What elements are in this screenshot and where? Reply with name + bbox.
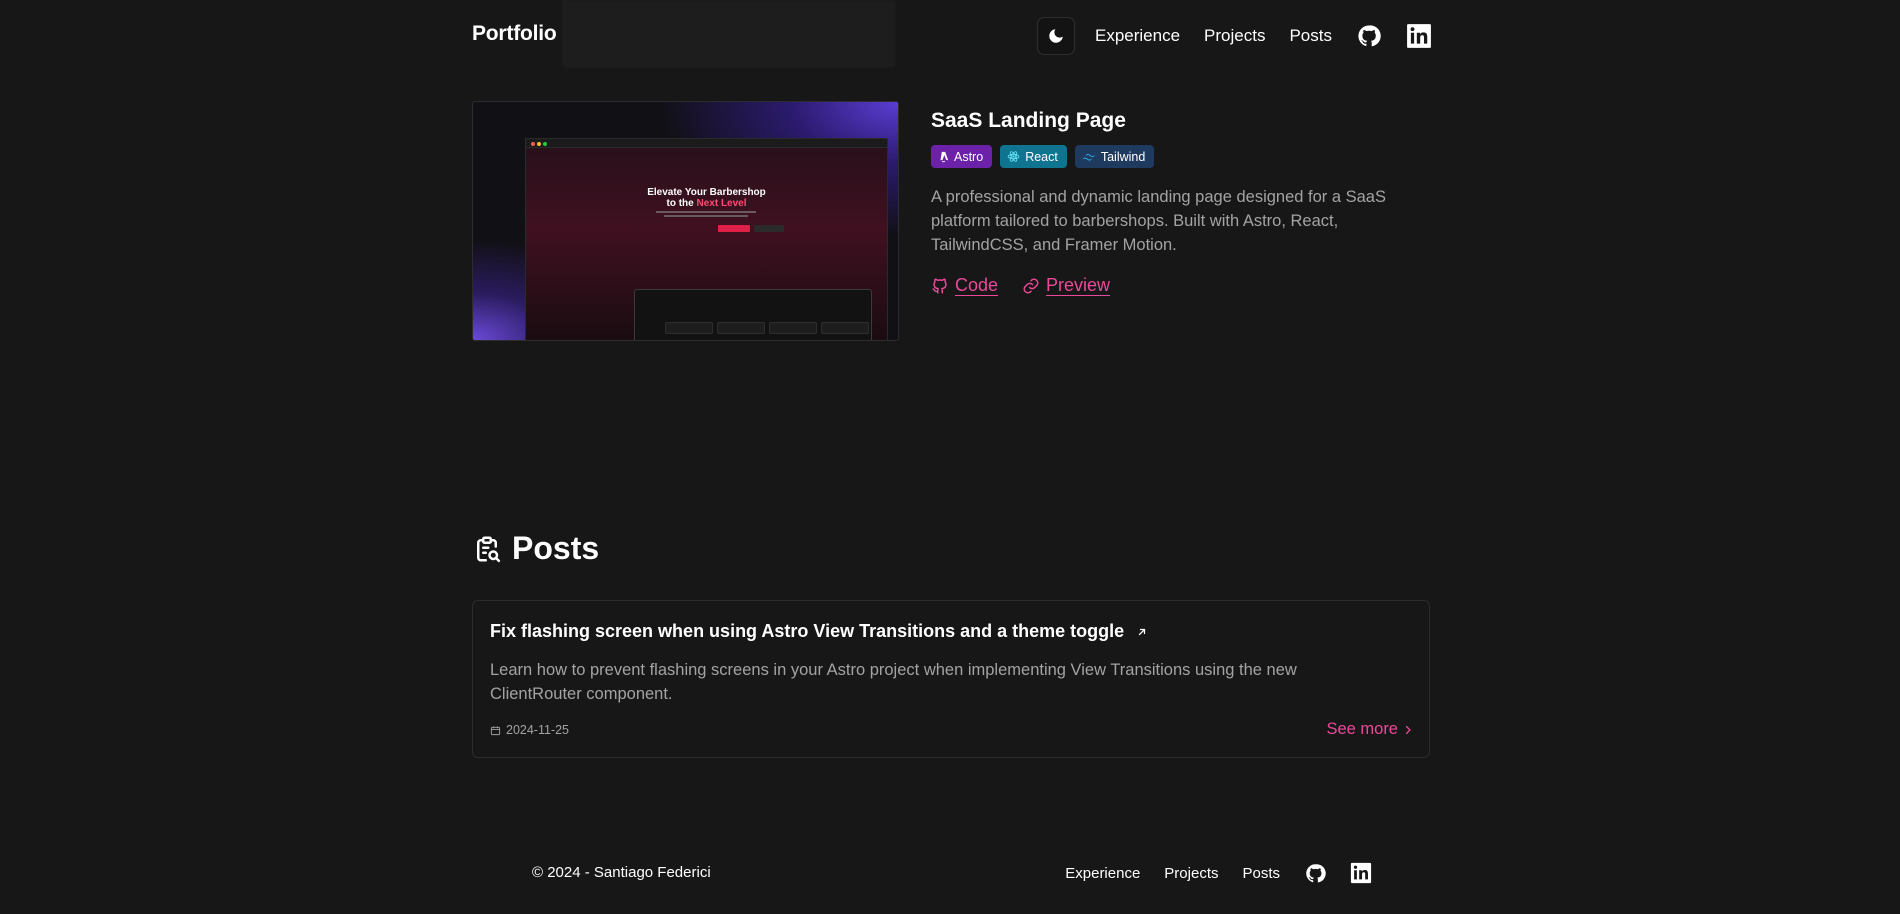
github-icon bbox=[932, 278, 947, 293]
footer-linkedin-link[interactable] bbox=[1350, 862, 1372, 884]
footer-link-projects[interactable]: Projects bbox=[1164, 865, 1218, 882]
screenshot-hero-heading: Elevate Your Barbershop to the Next Leve… bbox=[647, 187, 766, 209]
calendar-icon bbox=[490, 725, 501, 735]
project-description: A professional and dynamic landing page … bbox=[931, 188, 1386, 254]
moon-icon bbox=[1049, 29, 1063, 43]
link-icon bbox=[1023, 278, 1039, 293]
clipboard-search-icon bbox=[477, 536, 501, 562]
github-icon bbox=[1305, 863, 1326, 882]
chevron-right-icon bbox=[1405, 725, 1411, 734]
linkedin-icon bbox=[1350, 862, 1372, 884]
main-nav: Experience Projects Posts bbox=[1095, 18, 1432, 54]
code-link[interactable]: Code bbox=[931, 275, 998, 296]
project-tags: Astro React Tailwind bbox=[931, 145, 1155, 168]
tag-tailwind: Tailwind bbox=[1074, 145, 1155, 168]
screenshot-browser-window: Elevate Your Barbershop to the Next Leve… bbox=[525, 138, 888, 340]
post-description: Learn how to prevent flashing screens in… bbox=[490, 661, 1297, 703]
project-screenshot[interactable]: Elevate Your Barbershop to the Next Leve… bbox=[472, 101, 899, 341]
screenshot-browser-bar bbox=[526, 139, 887, 148]
site-footer: © 2024 - Santiago Federici Experience Pr… bbox=[532, 860, 1372, 886]
tailwind-icon bbox=[1082, 153, 1095, 160]
post-title[interactable]: Fix flashing screen when using Astro Vie… bbox=[490, 621, 1148, 642]
screenshot-secondary-button bbox=[754, 225, 784, 232]
astro-icon bbox=[940, 151, 949, 162]
screenshot-subtext bbox=[656, 211, 756, 213]
preview-link[interactable]: Preview bbox=[1022, 275, 1110, 296]
post-date: 2024-11-25 bbox=[490, 723, 569, 737]
posts-heading: Posts bbox=[512, 530, 600, 566]
copyright-text: © 2024 - Santiago Federici bbox=[532, 864, 711, 881]
footer-link-posts[interactable]: Posts bbox=[1242, 865, 1280, 882]
brand-logo[interactable]: Portfolio bbox=[472, 22, 557, 46]
see-more-link[interactable]: See more bbox=[1326, 720, 1414, 739]
arrow-up-right-icon bbox=[1139, 628, 1146, 635]
site-header: Portfolio Experience Projects Posts bbox=[472, 0, 1432, 72]
project-title: SaaS Landing Page bbox=[931, 109, 1126, 132]
footer-github-link[interactable] bbox=[1304, 862, 1326, 884]
project-links: Code Preview bbox=[931, 275, 1110, 296]
react-icon bbox=[1007, 151, 1020, 162]
posts-section-header: Posts bbox=[472, 530, 599, 567]
header-backdrop bbox=[562, 0, 896, 68]
tag-astro: Astro bbox=[931, 145, 993, 168]
nav-link-posts[interactable]: Posts bbox=[1289, 26, 1332, 46]
footer-nav: Experience Projects Posts bbox=[1065, 860, 1372, 886]
linkedin-link[interactable] bbox=[1406, 23, 1432, 49]
footer-link-experience[interactable]: Experience bbox=[1065, 865, 1140, 882]
tag-react: React bbox=[1000, 145, 1067, 168]
post-card[interactable]: Fix flashing screen when using Astro Vie… bbox=[472, 600, 1430, 758]
theme-toggle-button[interactable] bbox=[1037, 17, 1075, 55]
screenshot-subtext bbox=[664, 215, 748, 217]
screenshot-dashboard-preview bbox=[634, 289, 872, 340]
github-link[interactable] bbox=[1356, 23, 1382, 49]
screenshot-primary-button bbox=[718, 225, 750, 232]
nav-link-projects[interactable]: Projects bbox=[1204, 26, 1265, 46]
github-icon bbox=[1358, 25, 1381, 47]
nav-link-experience[interactable]: Experience bbox=[1095, 26, 1180, 46]
linkedin-icon bbox=[1407, 24, 1431, 48]
project-card: Elevate Your Barbershop to the Next Leve… bbox=[472, 101, 1432, 341]
